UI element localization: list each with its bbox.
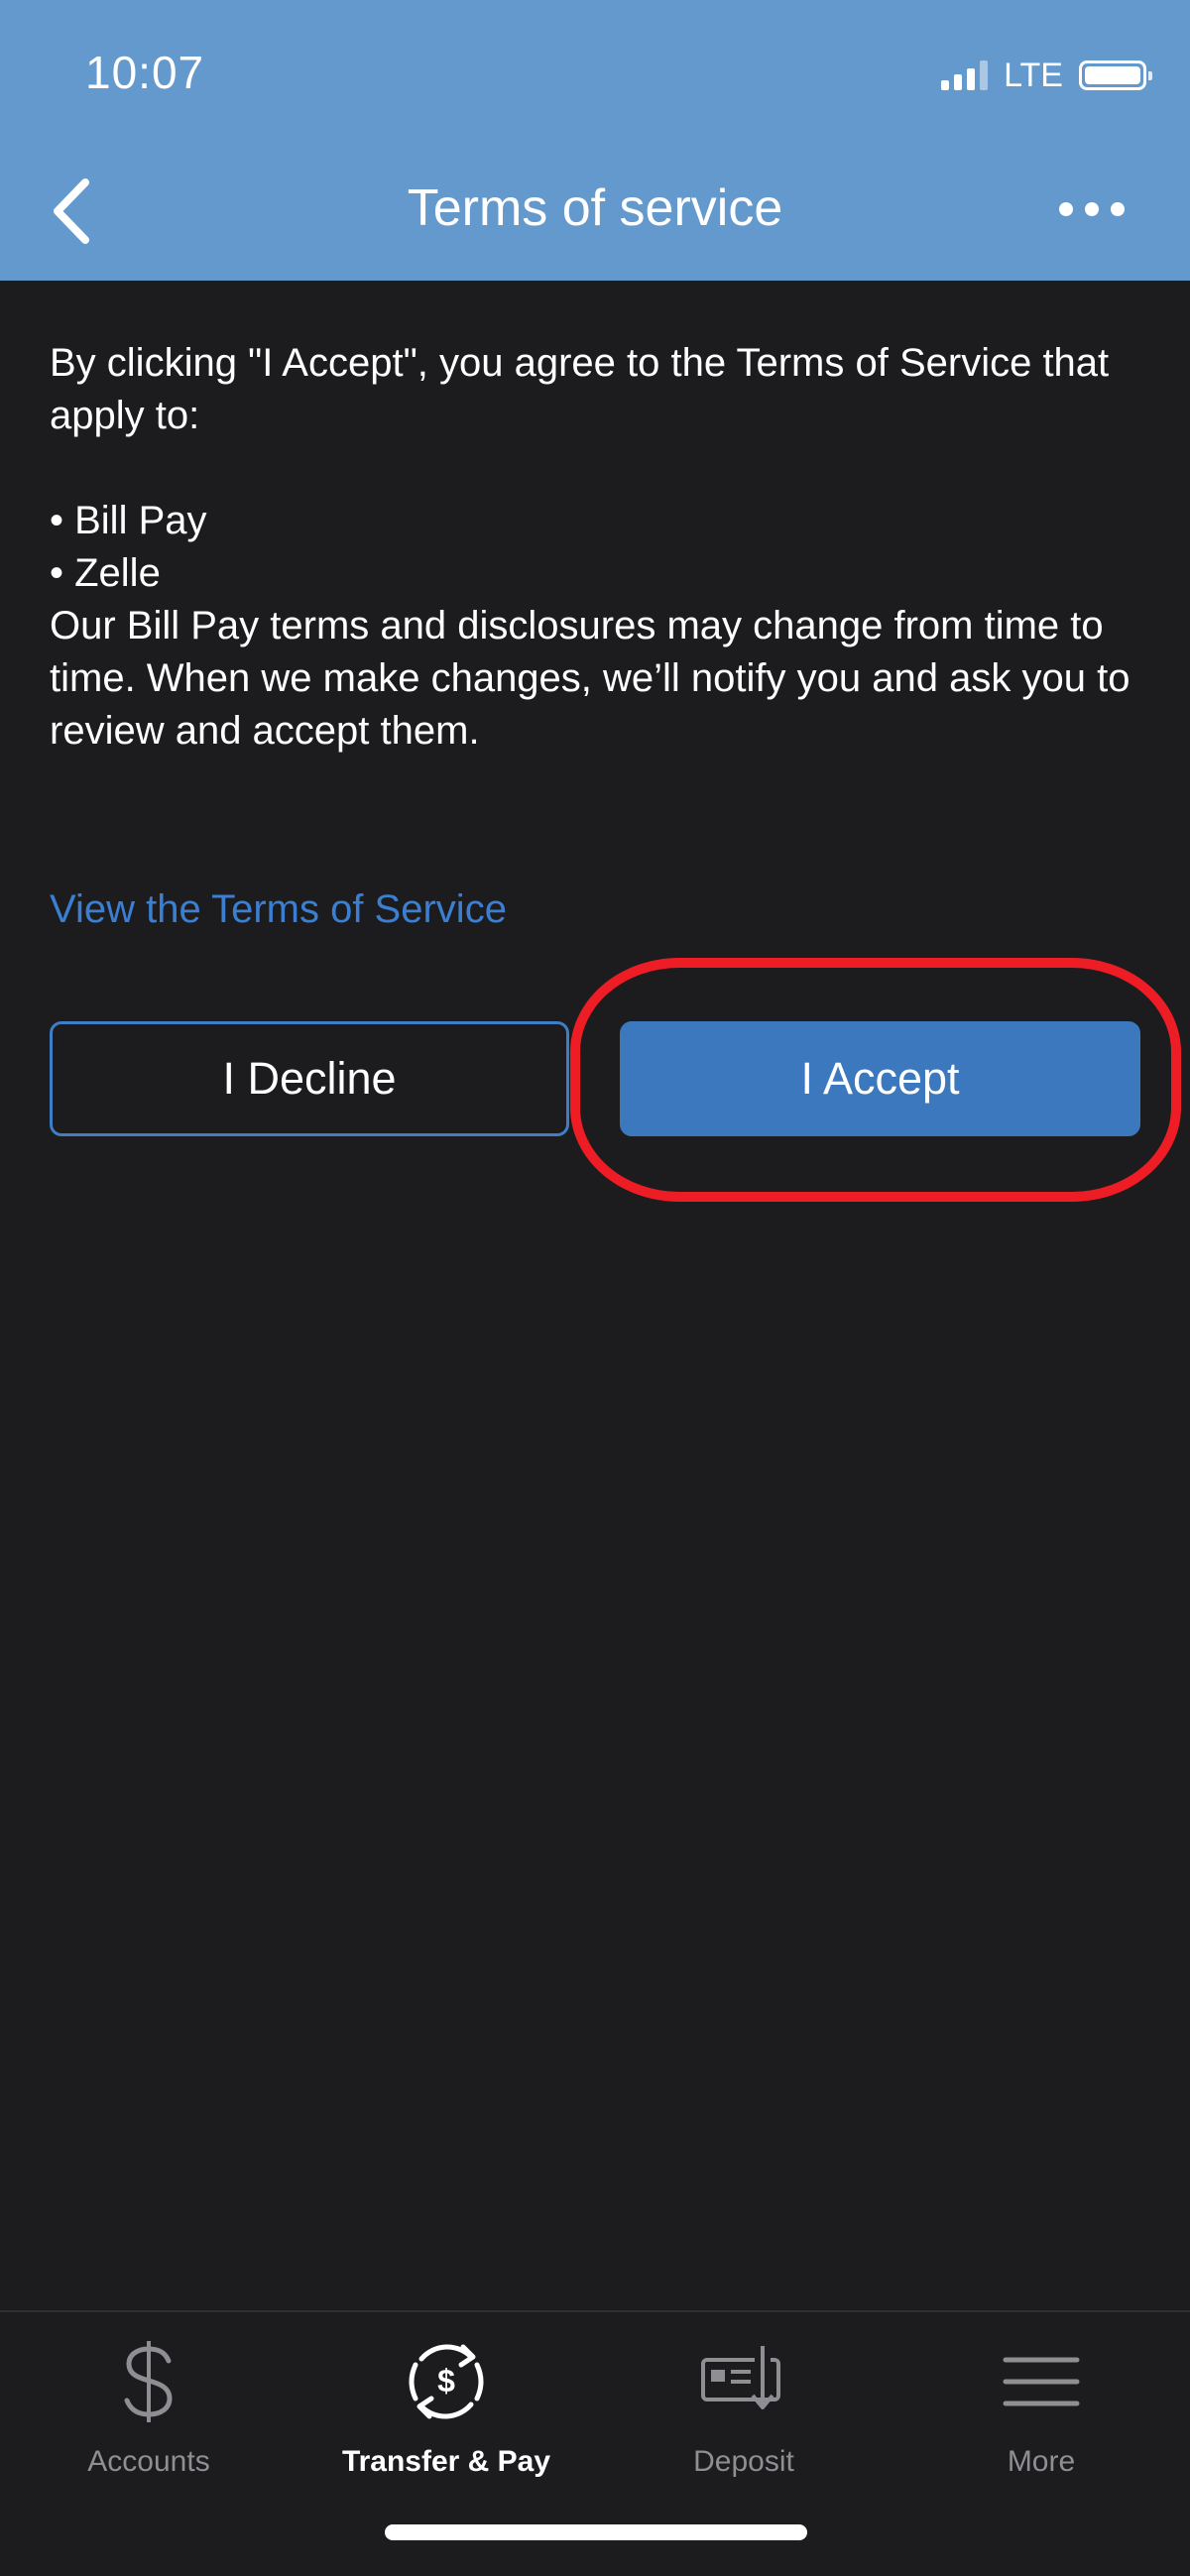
status-time: 10:07	[85, 47, 205, 98]
notice-text: Our Bill Pay terms and disclosures may c…	[50, 604, 1130, 753]
network-label: LTE	[1004, 56, 1063, 94]
tab-label: Transfer & Pay	[341, 2445, 551, 2478]
more-options-button[interactable]	[1057, 194, 1127, 224]
transfer-pay-icon: $	[409, 2344, 484, 2419]
tab-label: Deposit	[693, 2445, 794, 2478]
signal-icon	[941, 60, 989, 90]
svg-text:$: $	[437, 2363, 455, 2399]
menu-icon	[1003, 2357, 1080, 2406]
tab-transfer-pay[interactable]: $ Transfer & Pay	[327, 2332, 565, 2501]
battery-icon	[1079, 60, 1152, 90]
deposit-check-icon	[701, 2346, 780, 2409]
tab-label: Accounts	[87, 2445, 210, 2478]
view-terms-link[interactable]: View the Terms of Service	[50, 887, 507, 932]
tab-more[interactable]: More	[922, 2332, 1160, 2501]
tab-label: More	[1007, 2445, 1076, 2478]
dollar-icon	[124, 2341, 173, 2422]
page-title: Terms of service	[407, 179, 783, 237]
decline-button[interactable]: I Decline	[50, 1021, 569, 1136]
list-item: • Bill Pay	[50, 499, 207, 542]
accept-button[interactable]: I Accept	[620, 1021, 1140, 1136]
app-header: 10:07 LTE Terms of service	[0, 0, 1190, 281]
intro-text: By clicking "I Accept", you agree to the…	[50, 341, 1110, 437]
ellipsis-icon	[1059, 202, 1125, 216]
service-list: • Bill Pay • Zelle	[50, 495, 1150, 600]
terms-content: By clicking "I Accept", you agree to the…	[50, 337, 1150, 758]
status-indicators: LTE	[941, 52, 1152, 99]
home-indicator[interactable]	[385, 2524, 807, 2540]
tab-deposit[interactable]: Deposit	[625, 2332, 863, 2501]
list-item: • Zelle	[50, 551, 161, 595]
tab-accounts[interactable]: Accounts	[30, 2332, 268, 2501]
